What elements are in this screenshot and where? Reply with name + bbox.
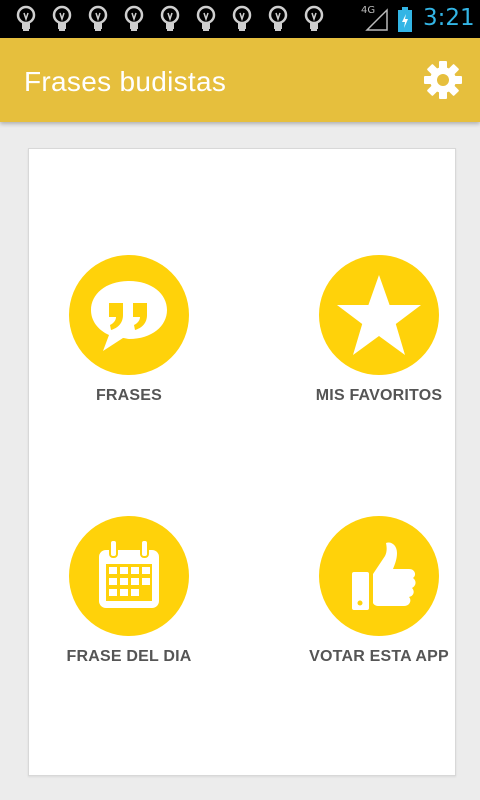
menu-item-frases[interactable]: FRASES [29,255,229,415]
signal-icon [365,8,388,31]
menu-item-mis-favoritos[interactable]: MIS FAVORITOS [279,255,479,415]
menu-item-frase-del-dia[interactable]: FRASE DEL DIA [29,516,229,676]
menu-label: VOTAR ESTA APP [309,648,449,665]
star-icon [337,275,421,355]
menu-circle [69,255,189,375]
menu-circle [69,516,189,636]
action-bar: Frases budistas [0,38,480,122]
thumbs-up-icon [352,542,416,610]
lightbulb-icon [88,5,108,31]
status-bar: 4G 3:21 [0,0,480,38]
status-clock: 3:21 [423,5,475,31]
lightbulb-icon [160,5,180,31]
lightbulb-icon [52,5,72,31]
menu-label: MIS FAVORITOS [315,387,443,404]
app-title: Frases budistas [24,66,227,97]
lightbulb-icon [304,5,324,31]
menu-label: FRASES [95,387,163,404]
lightbulb-icon [16,5,36,31]
menu-label: FRASE DEL DIA [66,648,192,665]
menu-card: FRASES MIS FAVORITOS FRASE DEL DIA VOTAR… [28,148,456,776]
lightbulb-icon [196,5,216,31]
quote-bubble-icon [91,281,167,351]
menu-circle [319,255,439,375]
menu-item-votar-esta-app[interactable]: VOTAR ESTA APP [279,516,479,676]
settings-button[interactable] [418,55,468,105]
lightbulb-icon [232,5,252,31]
menu-circle [319,516,439,636]
lightbulb-icon [268,5,288,31]
lightbulb-icon [124,5,144,31]
battery-charging-icon [398,7,412,32]
calendar-icon [99,539,159,608]
gear-icon [424,61,462,99]
